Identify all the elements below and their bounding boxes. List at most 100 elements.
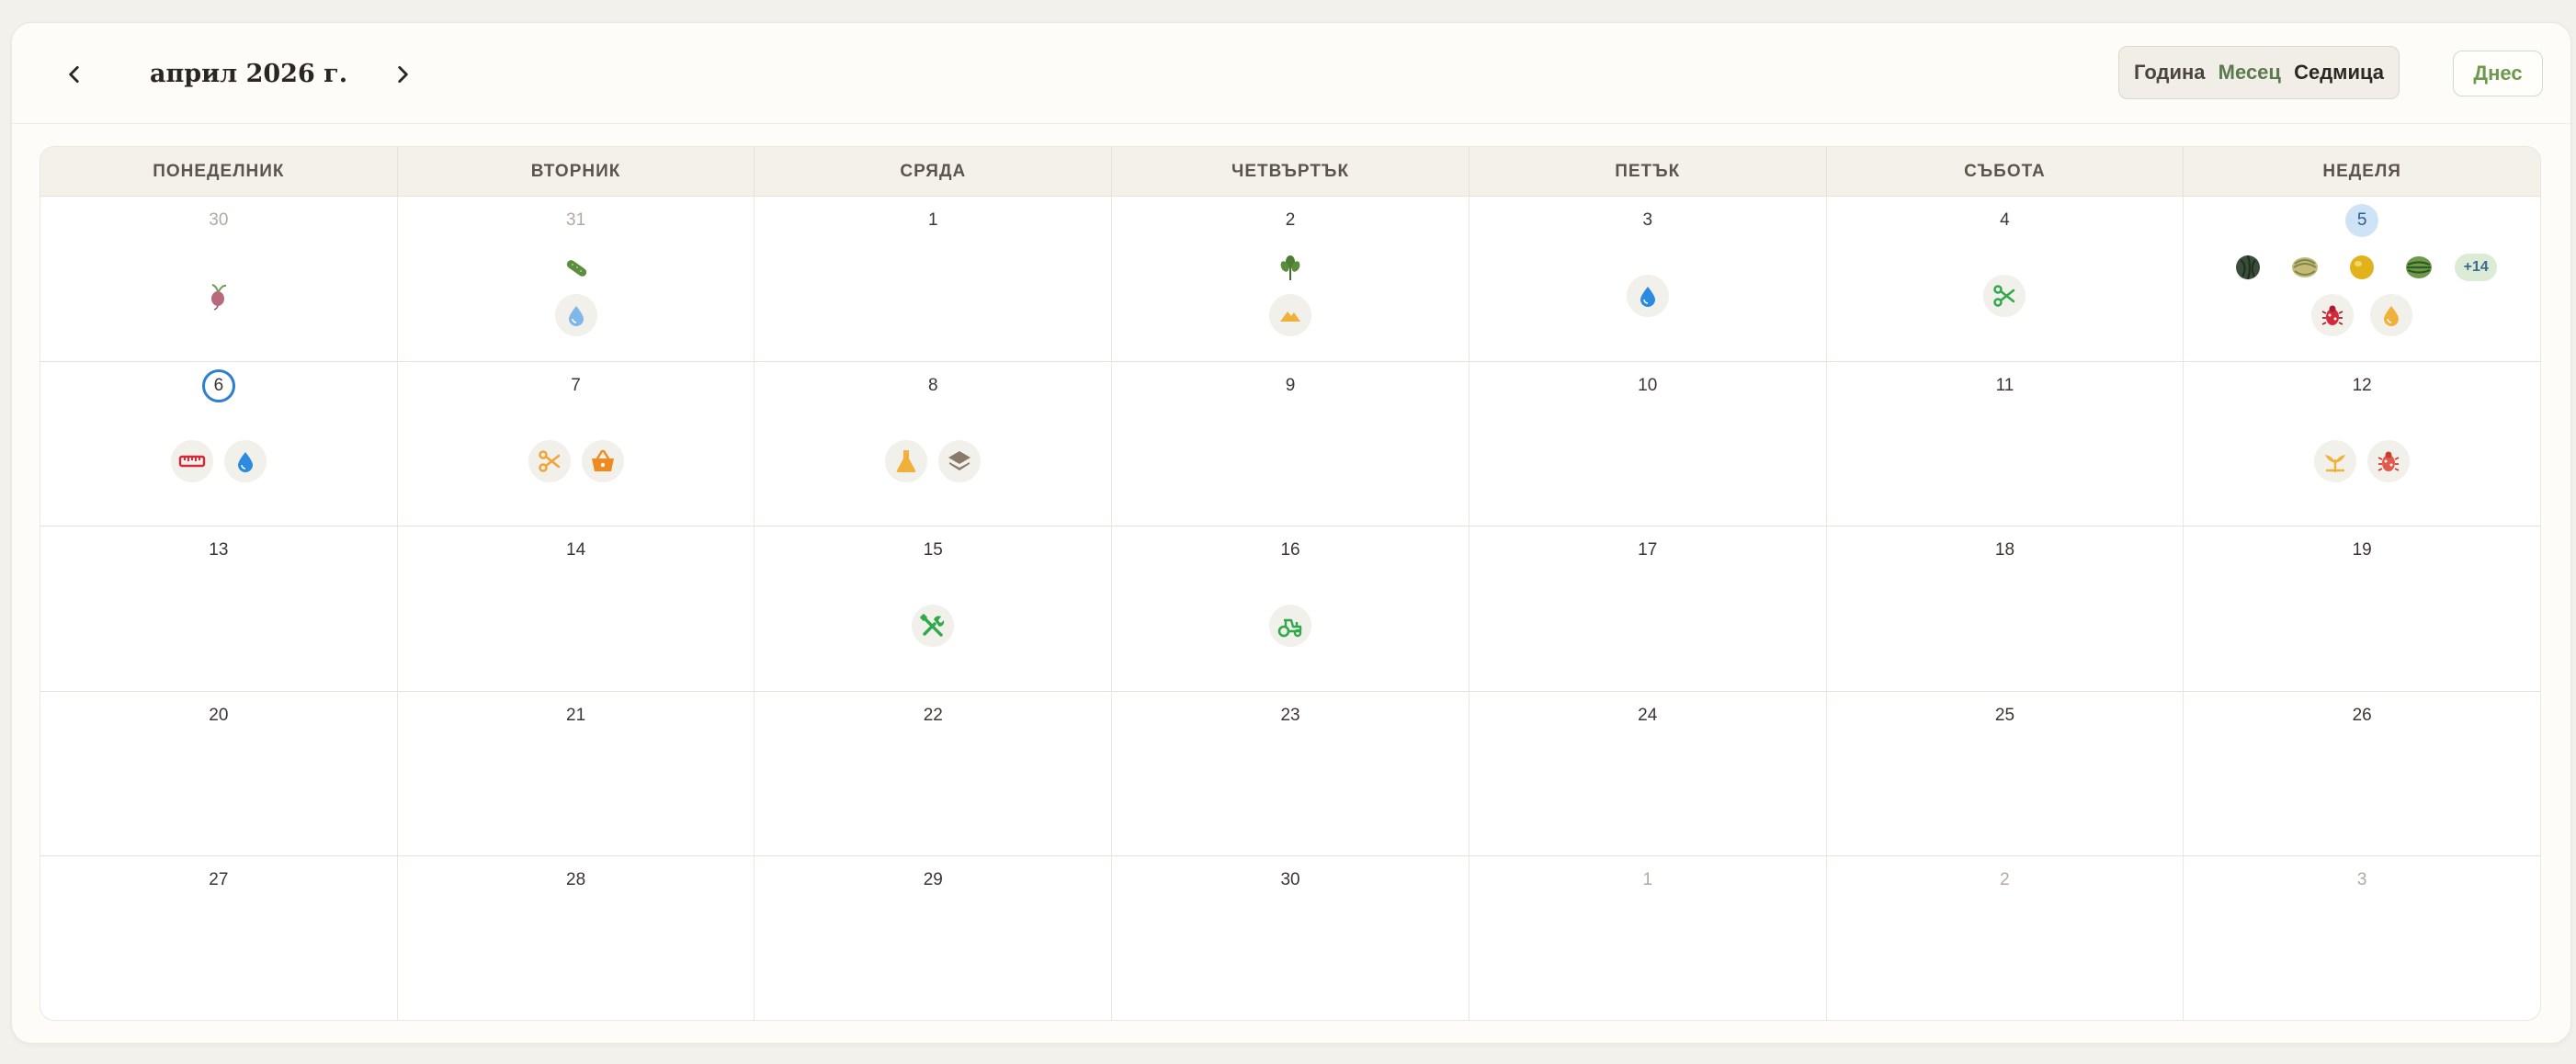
day-cell[interactable]: 27 xyxy=(40,856,398,1020)
view-switcher: Година Месец Седмица xyxy=(2118,46,2400,99)
bug-icon[interactable] xyxy=(2367,439,2411,482)
day-cell[interactable]: 14 xyxy=(398,526,755,691)
weekday-header: СРЯДА xyxy=(755,147,1113,196)
cucumber-icon[interactable] xyxy=(555,246,597,289)
weekday-header: ПЕТЪК xyxy=(1470,147,1827,196)
day-cell[interactable]: 5 +14 xyxy=(2184,197,2540,361)
weekday-header: ВТОРНИК xyxy=(398,147,755,196)
day-number: 9 xyxy=(1285,375,1296,395)
day-cell[interactable]: 18 xyxy=(1827,526,2184,691)
week-row: 30 31 1 2 3 4 5 +14 xyxy=(40,197,2540,362)
day-number: 27 xyxy=(209,870,229,890)
day-cell[interactable]: 1 xyxy=(1470,856,1827,1020)
day-cell[interactable]: 26 xyxy=(2184,692,2540,856)
day-cell[interactable]: 24 xyxy=(1470,691,1827,856)
day-cell[interactable]: 25 xyxy=(1827,691,2184,856)
calendar-header: април 2026 г. Година Месец Седмица Днес xyxy=(12,23,2570,124)
day-events xyxy=(2184,362,2540,526)
day-number: 1 xyxy=(1642,870,1653,890)
day-cell[interactable]: 15 xyxy=(755,526,1113,691)
day-cell[interactable]: 20 xyxy=(40,691,398,856)
ruler-icon[interactable] xyxy=(170,439,213,482)
melon-striped-icon[interactable] xyxy=(2284,246,2326,289)
day-cell[interactable]: 3 xyxy=(1470,197,1827,361)
tools-icon[interactable] xyxy=(912,605,955,648)
day-cell[interactable]: 2 xyxy=(1112,197,1470,361)
view-year-button[interactable]: Година xyxy=(2134,61,2206,85)
day-events xyxy=(1470,197,1826,361)
day-cell[interactable]: 1 xyxy=(755,197,1113,361)
tractor-icon[interactable] xyxy=(1269,605,1312,648)
day-cell[interactable]: 29 xyxy=(755,856,1113,1020)
day-number: 18 xyxy=(1994,540,2015,560)
watermelon-dark-icon[interactable] xyxy=(2227,246,2269,289)
next-month-button[interactable] xyxy=(377,49,428,100)
day-events xyxy=(40,362,397,526)
day-cell[interactable]: 21 xyxy=(398,691,755,856)
day-cell[interactable]: 7 xyxy=(398,361,755,526)
day-cell[interactable]: 19 xyxy=(2184,526,2540,691)
day-number: 25 xyxy=(1994,705,2015,725)
soil-mound-icon[interactable] xyxy=(1269,294,1312,336)
day-cell[interactable]: 31 xyxy=(398,197,755,361)
day-cell[interactable]: 17 xyxy=(1470,526,1827,691)
day-events xyxy=(40,197,397,361)
bug-icon[interactable] xyxy=(2311,294,2355,336)
week-row: 6 7 8 9 10 11 12 xyxy=(40,361,2540,527)
watermelon-striped-icon[interactable] xyxy=(2398,246,2440,289)
day-events xyxy=(1827,197,2184,361)
day-number: 24 xyxy=(1638,705,1658,725)
water-drop-icon[interactable] xyxy=(1626,275,1669,318)
day-cell[interactable]: 16 xyxy=(1112,526,1470,691)
weekday-header: ЧЕТВЪРТЪК xyxy=(1112,147,1470,196)
day-cell[interactable]: 8 xyxy=(755,361,1113,526)
day-cell[interactable]: 30 xyxy=(1112,856,1470,1020)
flask-icon[interactable] xyxy=(885,439,928,482)
herb-icon[interactable] xyxy=(1269,246,1311,289)
day-events xyxy=(755,526,1111,691)
previous-month-button[interactable] xyxy=(49,49,100,100)
view-month-button[interactable]: Месец xyxy=(2219,61,2281,85)
weekday-header: СЪБОТА xyxy=(1827,147,2184,196)
today-button[interactable]: Днес xyxy=(2453,51,2543,96)
day-cell[interactable]: 3 xyxy=(2184,856,2540,1020)
weekday-header-row: ПОНЕДЕЛНИК ВТОРНИК СРЯДА ЧЕТВЪРТЪК ПЕТЪК… xyxy=(40,147,2540,197)
basket-icon[interactable] xyxy=(581,439,624,482)
day-cell[interactable]: 9 xyxy=(1112,361,1470,526)
day-cell[interactable]: 12 xyxy=(2184,362,2540,526)
day-number: 19 xyxy=(2352,540,2372,560)
view-week-button[interactable]: Седмица xyxy=(2294,61,2384,85)
sprout-icon[interactable] xyxy=(2314,439,2357,482)
day-cell[interactable]: 6 xyxy=(40,361,398,526)
day-number: 20 xyxy=(209,705,229,725)
month-grid: ПОНЕДЕЛНИК ВТОРНИК СРЯДА ЧЕТВЪРТЪК ПЕТЪК… xyxy=(40,146,2541,1021)
day-cell[interactable]: 23 xyxy=(1112,691,1470,856)
scissors-icon[interactable] xyxy=(1983,275,2026,318)
day-cell[interactable]: 4 xyxy=(1827,197,2184,361)
day-number: 30 xyxy=(1280,870,1300,890)
yellow-melon-icon[interactable] xyxy=(2341,246,2383,289)
day-number: 28 xyxy=(566,870,586,890)
water-drop-icon[interactable] xyxy=(554,294,597,336)
water-drop-icon[interactable] xyxy=(223,439,267,482)
calendar-card: април 2026 г. Година Месец Седмица Днес … xyxy=(11,22,2571,1044)
scissors-icon[interactable] xyxy=(528,439,571,482)
day-number: 31 xyxy=(566,210,586,230)
day-number: 11 xyxy=(1995,375,2014,395)
chevron-right-icon xyxy=(398,66,408,83)
month-title: април 2026 г. xyxy=(150,60,348,88)
more-events-badge[interactable]: +14 xyxy=(2455,254,2498,281)
day-number: 2 xyxy=(2000,870,2010,890)
beet-icon[interactable] xyxy=(198,275,240,317)
day-cell[interactable]: 2 xyxy=(1827,856,2184,1020)
day-cell[interactable]: 22 xyxy=(755,691,1113,856)
day-cell[interactable]: 28 xyxy=(398,856,755,1020)
day-number: 14 xyxy=(566,540,586,560)
fertilizer-drop-icon[interactable] xyxy=(2370,294,2413,336)
day-cell[interactable]: 11 xyxy=(1827,361,2184,526)
layers-icon[interactable] xyxy=(938,439,982,482)
day-cell[interactable]: 30 xyxy=(40,197,398,361)
week-row: 13 14 15 16 17 18 19 xyxy=(40,526,2540,692)
day-cell[interactable]: 13 xyxy=(40,526,398,691)
day-cell[interactable]: 10 xyxy=(1470,361,1827,526)
